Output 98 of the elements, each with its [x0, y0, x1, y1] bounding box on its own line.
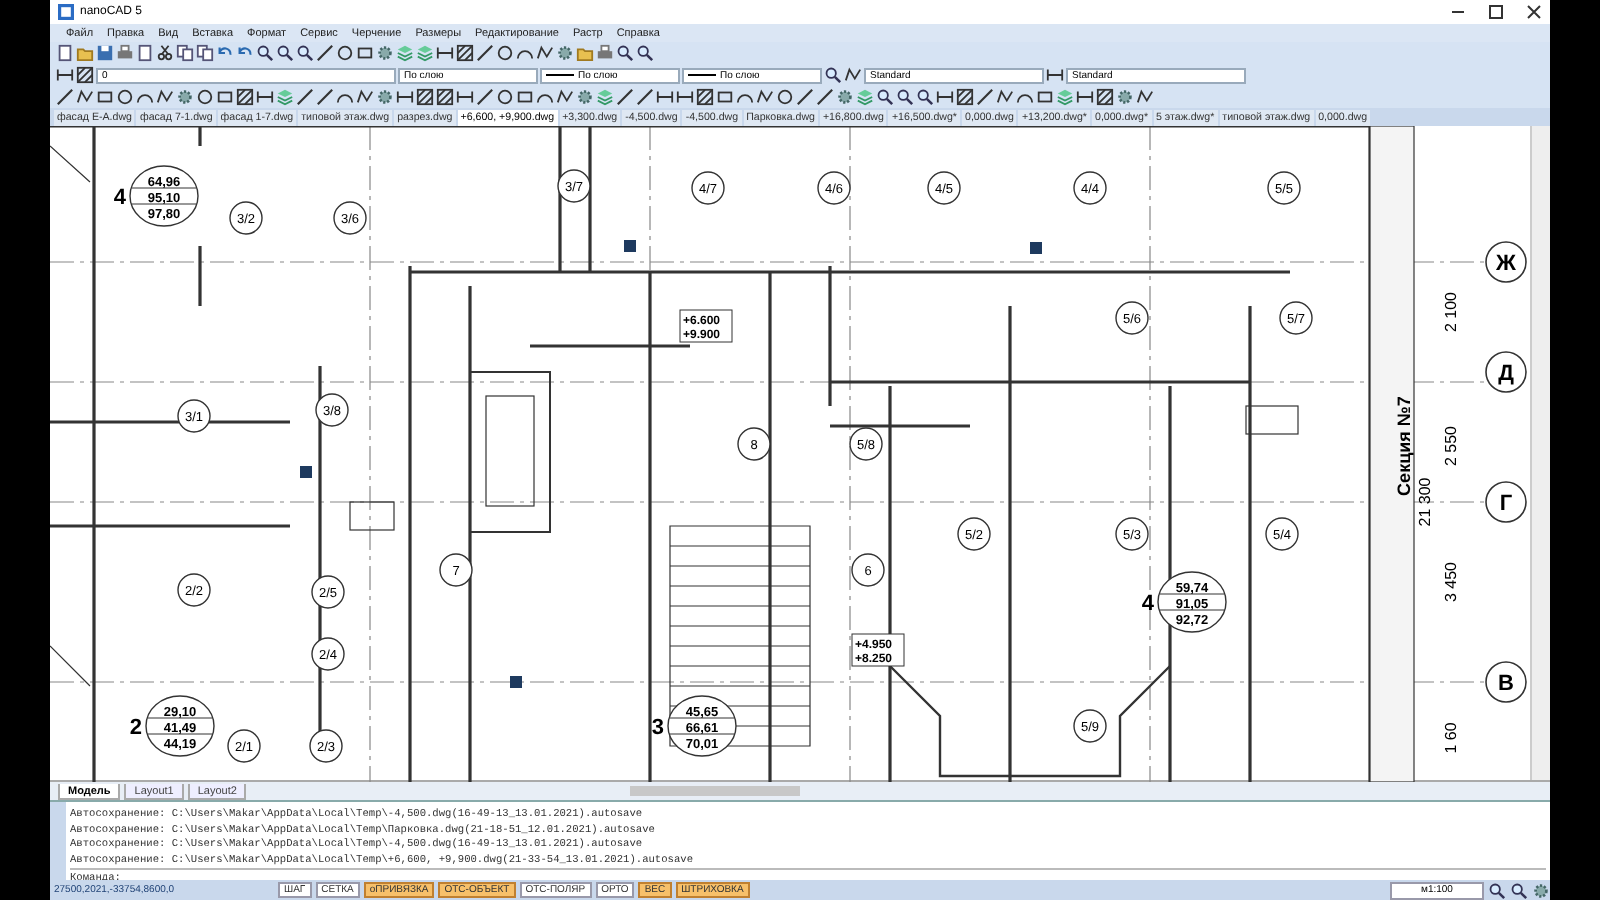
magnifier-icon[interactable] — [276, 44, 294, 62]
line-icon[interactable] — [316, 88, 334, 106]
arc-icon[interactable] — [536, 88, 554, 106]
apartment-rooms-number: 4 — [1141, 592, 1154, 616]
magnifier-icon[interactable] — [896, 88, 914, 106]
circle-icon[interactable] — [496, 44, 514, 62]
magnifier-icon[interactable] — [296, 44, 314, 62]
circle-icon[interactable] — [196, 88, 214, 106]
apartment-rooms-number: 4 — [113, 186, 126, 210]
gear-icon[interactable] — [556, 44, 574, 62]
vertical-scrollbar[interactable] — [1530, 126, 1550, 780]
arc-icon[interactable] — [136, 88, 154, 106]
line-icon[interactable] — [476, 44, 494, 62]
hatch-icon[interactable] — [236, 88, 254, 106]
polyline-icon[interactable] — [536, 44, 554, 62]
circle-icon[interactable] — [336, 44, 354, 62]
rectangle-icon[interactable] — [516, 88, 534, 106]
gear-icon[interactable] — [836, 88, 854, 106]
dimension-icon[interactable] — [456, 88, 474, 106]
line-icon[interactable] — [296, 88, 314, 106]
hatch-icon[interactable] — [416, 88, 434, 106]
magnifier-icon[interactable] — [876, 88, 894, 106]
polyline-icon[interactable] — [1136, 88, 1154, 106]
hatch-icon[interactable] — [76, 66, 94, 84]
dimension-icon[interactable] — [1076, 88, 1094, 106]
dimension-text: 21 300 — [1416, 477, 1434, 527]
magnifier-icon[interactable] — [636, 44, 654, 62]
rectangle-icon[interactable] — [1036, 88, 1054, 106]
document-icon[interactable] — [136, 44, 154, 62]
hatch-icon[interactable] — [456, 44, 474, 62]
line-icon[interactable] — [316, 44, 334, 62]
gear-icon[interactable] — [376, 44, 394, 62]
polyline-icon[interactable] — [756, 88, 774, 106]
dimension-icon[interactable] — [436, 44, 454, 62]
dimension-text: 2 550 — [1442, 425, 1460, 467]
hatch-icon[interactable] — [1096, 88, 1114, 106]
rectangle-icon[interactable] — [96, 88, 114, 106]
arc-icon[interactable] — [516, 44, 534, 62]
hatch-icon[interactable] — [956, 88, 974, 106]
dimension-icon[interactable] — [656, 88, 674, 106]
dimension-text: 3 450 — [1442, 561, 1460, 603]
arc-icon[interactable] — [736, 88, 754, 106]
dimension-icon[interactable] — [56, 66, 74, 84]
horizontal-scrollbar[interactable] — [630, 786, 801, 796]
apartment-rooms-number: 3 — [651, 716, 664, 740]
polyline-icon[interactable] — [156, 88, 174, 106]
dimension-text: 2 100 — [1442, 291, 1460, 333]
hatch-icon[interactable] — [436, 88, 454, 106]
arc-icon[interactable] — [336, 88, 354, 106]
line-icon[interactable] — [796, 88, 814, 106]
line-icon[interactable] — [636, 88, 654, 106]
magnifier-icon[interactable] — [1488, 881, 1506, 899]
dimension-icon[interactable] — [396, 88, 414, 106]
hatch-icon[interactable] — [696, 88, 714, 106]
floppy-icon[interactable] — [96, 44, 114, 62]
magnifier-icon[interactable] — [1510, 881, 1528, 899]
dimension-icon[interactable] — [1046, 66, 1064, 84]
polyline-icon[interactable] — [996, 88, 1014, 106]
magnifier-icon[interactable] — [824, 66, 842, 84]
axis-tag: Ж — [1485, 241, 1527, 283]
circle-icon[interactable] — [776, 88, 794, 106]
gear-icon[interactable] — [576, 88, 594, 106]
dimension-text: 1 60 — [1442, 722, 1460, 754]
dimension-icon[interactable] — [256, 88, 274, 106]
magnifier-icon[interactable] — [616, 44, 634, 62]
scissors-icon[interactable] — [156, 44, 174, 62]
magnifier-icon[interactable] — [916, 88, 934, 106]
circle-icon[interactable] — [116, 88, 134, 106]
axis-tag: Г — [1485, 481, 1527, 523]
rectangle-icon[interactable] — [216, 88, 234, 106]
line-icon[interactable] — [816, 88, 834, 106]
gear-icon[interactable] — [176, 88, 194, 106]
polyline-icon[interactable] — [356, 88, 374, 106]
circle-icon[interactable] — [496, 88, 514, 106]
printer-icon[interactable] — [116, 44, 134, 62]
dimension-icon[interactable] — [676, 88, 694, 106]
apartment-rooms-number: 2 — [129, 716, 142, 740]
line-icon[interactable] — [976, 88, 994, 106]
polyline-icon[interactable] — [76, 88, 94, 106]
gear-icon[interactable] — [1532, 881, 1550, 899]
axis-tag: Д — [1485, 351, 1527, 393]
gear-icon[interactable] — [376, 88, 394, 106]
arc-icon[interactable] — [1016, 88, 1034, 106]
section-label: Секция №7 — [1394, 396, 1414, 496]
polyline-icon[interactable] — [556, 88, 574, 106]
line-icon[interactable] — [616, 88, 634, 106]
line-icon[interactable] — [56, 88, 74, 106]
magnifier-icon[interactable] — [256, 44, 274, 62]
rectangle-icon[interactable] — [356, 44, 374, 62]
layers-icon[interactable] — [396, 44, 414, 62]
gear-icon[interactable] — [1116, 88, 1134, 106]
line-icon[interactable] — [476, 88, 494, 106]
polyline-icon[interactable] — [844, 66, 862, 84]
rectangle-icon[interactable] — [716, 88, 734, 106]
dimension-icon[interactable] — [936, 88, 954, 106]
document-icon[interactable] — [56, 44, 74, 62]
printer-icon[interactable] — [596, 44, 614, 62]
axis-tag: В — [1485, 661, 1527, 703]
